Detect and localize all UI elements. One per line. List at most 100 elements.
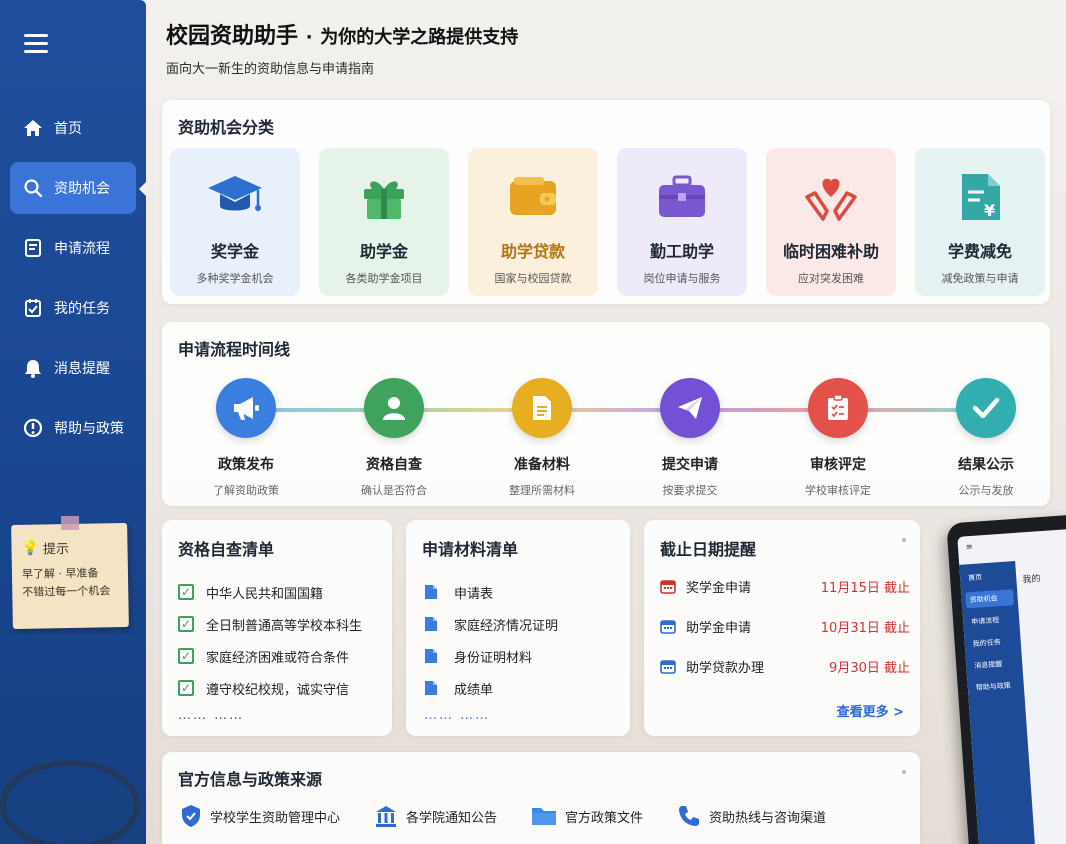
category-card-work-study[interactable]: 勤工助学 岗位申请与服务 — [617, 148, 747, 296]
deadline-date: 10月31日 截止 — [820, 620, 910, 636]
paper-plane-icon — [660, 378, 720, 438]
timeline-step[interactable]: 政策发布 了解资助政策 — [172, 378, 320, 498]
sidebar: 首页 资助机会 申请流程 我的任务 消息提醒 帮助与政策 — [0, 0, 146, 844]
eligibility-panel: 资格自查清单 ✓ 中华人民共和国国籍 ✓ 全日制普通高等学校本科生 ✓ 家庭经济困难或… — [162, 520, 392, 736]
category-desc: 减免政策与申请 — [941, 272, 1019, 285]
checkbox-checked-icon[interactable]: ✓ — [178, 616, 194, 632]
timeline-step[interactable]: 审核评定 学校审核评定 — [764, 378, 912, 498]
megaphone-icon — [216, 378, 276, 438]
sidebar-item-label: 帮助与政策 — [54, 421, 124, 437]
lightbulb-icon: 💡 — [21, 540, 40, 557]
category-name: 学费减免 — [947, 242, 1012, 261]
category-card-emergency-aid[interactable]: 临时困难补助 应对突发困难 — [766, 148, 896, 296]
sidebar-item-label: 我的任务 — [54, 301, 110, 317]
timeline-step[interactable]: 资格自查 确认是否符合 — [320, 378, 468, 498]
source-label: 学校学生资助管理中心 — [210, 810, 341, 826]
tablet-nav-item: 首页 — [967, 573, 983, 583]
list-item[interactable]: ✓ 遵守校纪校规，诚实守信 — [178, 672, 362, 704]
item-label: 中华人民共和国国籍 — [206, 586, 324, 602]
deadline-row[interactable]: 助学金申请 10月31日 截止 — [660, 606, 910, 646]
category-panel: 资助机会分类 奖学金 多种奖学金机会 助学金 各类助学金项目 助学贷款 国家与校… — [162, 100, 1050, 304]
list-item[interactable]: 成绩单 — [424, 672, 558, 704]
source-list: 学校学生资助管理中心 各学院通知公告 官方政策文件 资助热线与咨询渠道 — [180, 804, 860, 828]
bell-icon — [22, 357, 44, 379]
timeline-step[interactable]: 提交申请 按要求提交 — [616, 378, 764, 498]
timeline-step[interactable]: 结果公示 公示与发放 — [912, 378, 1060, 498]
step-label: 准备材料 — [514, 457, 570, 473]
category-card-scholarship[interactable]: 奖学金 多种奖学金机会 — [170, 148, 300, 296]
eligibility-list: ✓ 中华人民共和国国籍 ✓ 全日制普通高等学校本科生 ✓ 家庭经济困难或符合条件 ✓ 遵… — [178, 576, 362, 723]
timeline-steps: 政策发布 了解资助政策 资格自查 确认是否符合 准备材料 整理所需材料 提交申请… — [172, 378, 1060, 498]
search-icon — [22, 177, 44, 199]
source-label: 官方政策文件 — [565, 810, 644, 826]
list-item[interactable]: 申请表 — [424, 576, 558, 608]
category-card-grant[interactable]: 助学金 各类助学金项目 — [319, 148, 449, 296]
home-icon — [22, 117, 44, 139]
category-name: 助学贷款 — [500, 242, 565, 261]
item-label: 家庭经济困难或符合条件 — [206, 650, 350, 666]
list-item[interactable]: ✓ 家庭经济困难或符合条件 — [178, 640, 362, 672]
hamburger-menu-icon[interactable] — [24, 34, 48, 54]
sidebar-item-process[interactable]: 申请流程 — [10, 222, 136, 274]
source-item[interactable]: 资助热线与咨询渠道 — [677, 804, 826, 828]
sidebar-item-help[interactable]: 帮助与政策 — [10, 402, 136, 454]
list-item[interactable]: ✓ 全日制普通高等学校本科生 — [178, 608, 362, 640]
source-label: 资助热线与咨询渠道 — [709, 810, 827, 826]
task-icon — [22, 297, 44, 319]
deadline-name: 奖学金申请 — [686, 580, 752, 596]
item-label: 成绩单 — [454, 682, 494, 698]
category-name: 临时困难补助 — [782, 242, 879, 261]
deadline-date: 9月30日 截止 — [829, 660, 910, 676]
step-desc: 公示与发放 — [958, 484, 1014, 497]
materials-list: 申请表 家庭经济情况证明 身份证明材料 成绩单 …… …… — [424, 576, 558, 723]
sidebar-item-label: 消息提醒 — [54, 361, 110, 377]
tip-sticky-note: 💡 提示 早了解 · 早准备 不错过每一个机会 — [11, 515, 129, 630]
check-icon — [956, 378, 1016, 438]
source-item[interactable]: 官方政策文件 — [531, 804, 643, 828]
tablet-nav-item: 帮助与政策 — [975, 681, 1012, 692]
category-card-loan[interactable]: 助学贷款 国家与校园贷款 — [468, 148, 598, 296]
tablet-mockup: ≡ 首页 资助机会 申请流程 我的任务 消息提醒 帮助与政策 我的 — [946, 513, 1066, 844]
checkbox-checked-icon[interactable]: ✓ — [178, 680, 194, 696]
more-dots-icon[interactable] — [902, 538, 906, 542]
section-title: 申请流程时间线 — [178, 340, 291, 359]
checkbox-checked-icon[interactable]: ✓ — [178, 648, 194, 664]
category-list: 奖学金 多种奖学金机会 助学金 各类助学金项目 助学贷款 国家与校园贷款 勤工助… — [170, 148, 1064, 296]
category-name: 勤工助学 — [649, 242, 714, 261]
sidebar-item-opportunities[interactable]: 资助机会 — [10, 162, 146, 214]
category-card-fee-waiver[interactable]: ¥ 学费减免 减免政策与申请 — [915, 148, 1045, 296]
checkbox-checked-icon[interactable]: ✓ — [178, 584, 194, 600]
section-title: 申请材料清单 — [422, 540, 519, 559]
step-label: 资格自查 — [366, 457, 422, 473]
sidebar-item-messages[interactable]: 消息提醒 — [10, 342, 136, 394]
sidebar-item-label: 申请流程 — [54, 241, 110, 257]
list-item[interactable]: ✓ 中华人民共和国国籍 — [178, 576, 362, 608]
note-line: 不错过每一个机会 — [22, 584, 111, 599]
step-desc: 学校审核评定 — [805, 484, 871, 497]
heart-hands-icon — [802, 168, 860, 226]
more-dots-icon[interactable] — [902, 770, 906, 774]
deadline-row[interactable]: 奖学金申请 11月15日 截止 — [660, 566, 910, 606]
category-desc: 多种奖学金机会 — [196, 272, 274, 285]
deadlines-panel: 截止日期提醒 奖学金申请 11月15日 截止 助学金申请 10月31日 截止 助… — [644, 520, 920, 736]
deadline-row[interactable]: 助学贷款办理 9月30日 截止 — [660, 646, 910, 686]
step-label: 政策发布 — [218, 457, 274, 473]
sidebar-item-tasks[interactable]: 我的任务 — [10, 282, 136, 334]
list-item[interactable]: 家庭经济情况证明 — [424, 608, 558, 640]
tablet-nav-item: 我的任务 — [972, 638, 1002, 649]
source-item[interactable]: 学校学生资助管理中心 — [180, 804, 340, 828]
deadline-date: 11月15日 截止 — [820, 580, 910, 596]
folder-icon — [531, 805, 557, 827]
source-item[interactable]: 各学院通知公告 — [374, 804, 497, 828]
sidebar-nav: 首页 资助机会 申请流程 我的任务 消息提醒 帮助与政策 — [0, 102, 146, 462]
sidebar-item-home[interactable]: 首页 — [10, 102, 136, 154]
note-title: 提示 — [42, 542, 70, 558]
tape-decoration — [60, 515, 80, 531]
list-item[interactable]: 身份证明材料 — [424, 640, 558, 672]
note-line: 早了解 · 早准备 — [21, 566, 99, 581]
more-ellipsis: …… …… — [424, 708, 491, 723]
view-more-link[interactable]: 查看更多 > — [837, 701, 904, 720]
svg-text:¥: ¥ — [984, 201, 995, 220]
category-name: 奖学金 — [210, 242, 259, 261]
timeline-step[interactable]: 准备材料 整理所需材料 — [468, 378, 616, 498]
